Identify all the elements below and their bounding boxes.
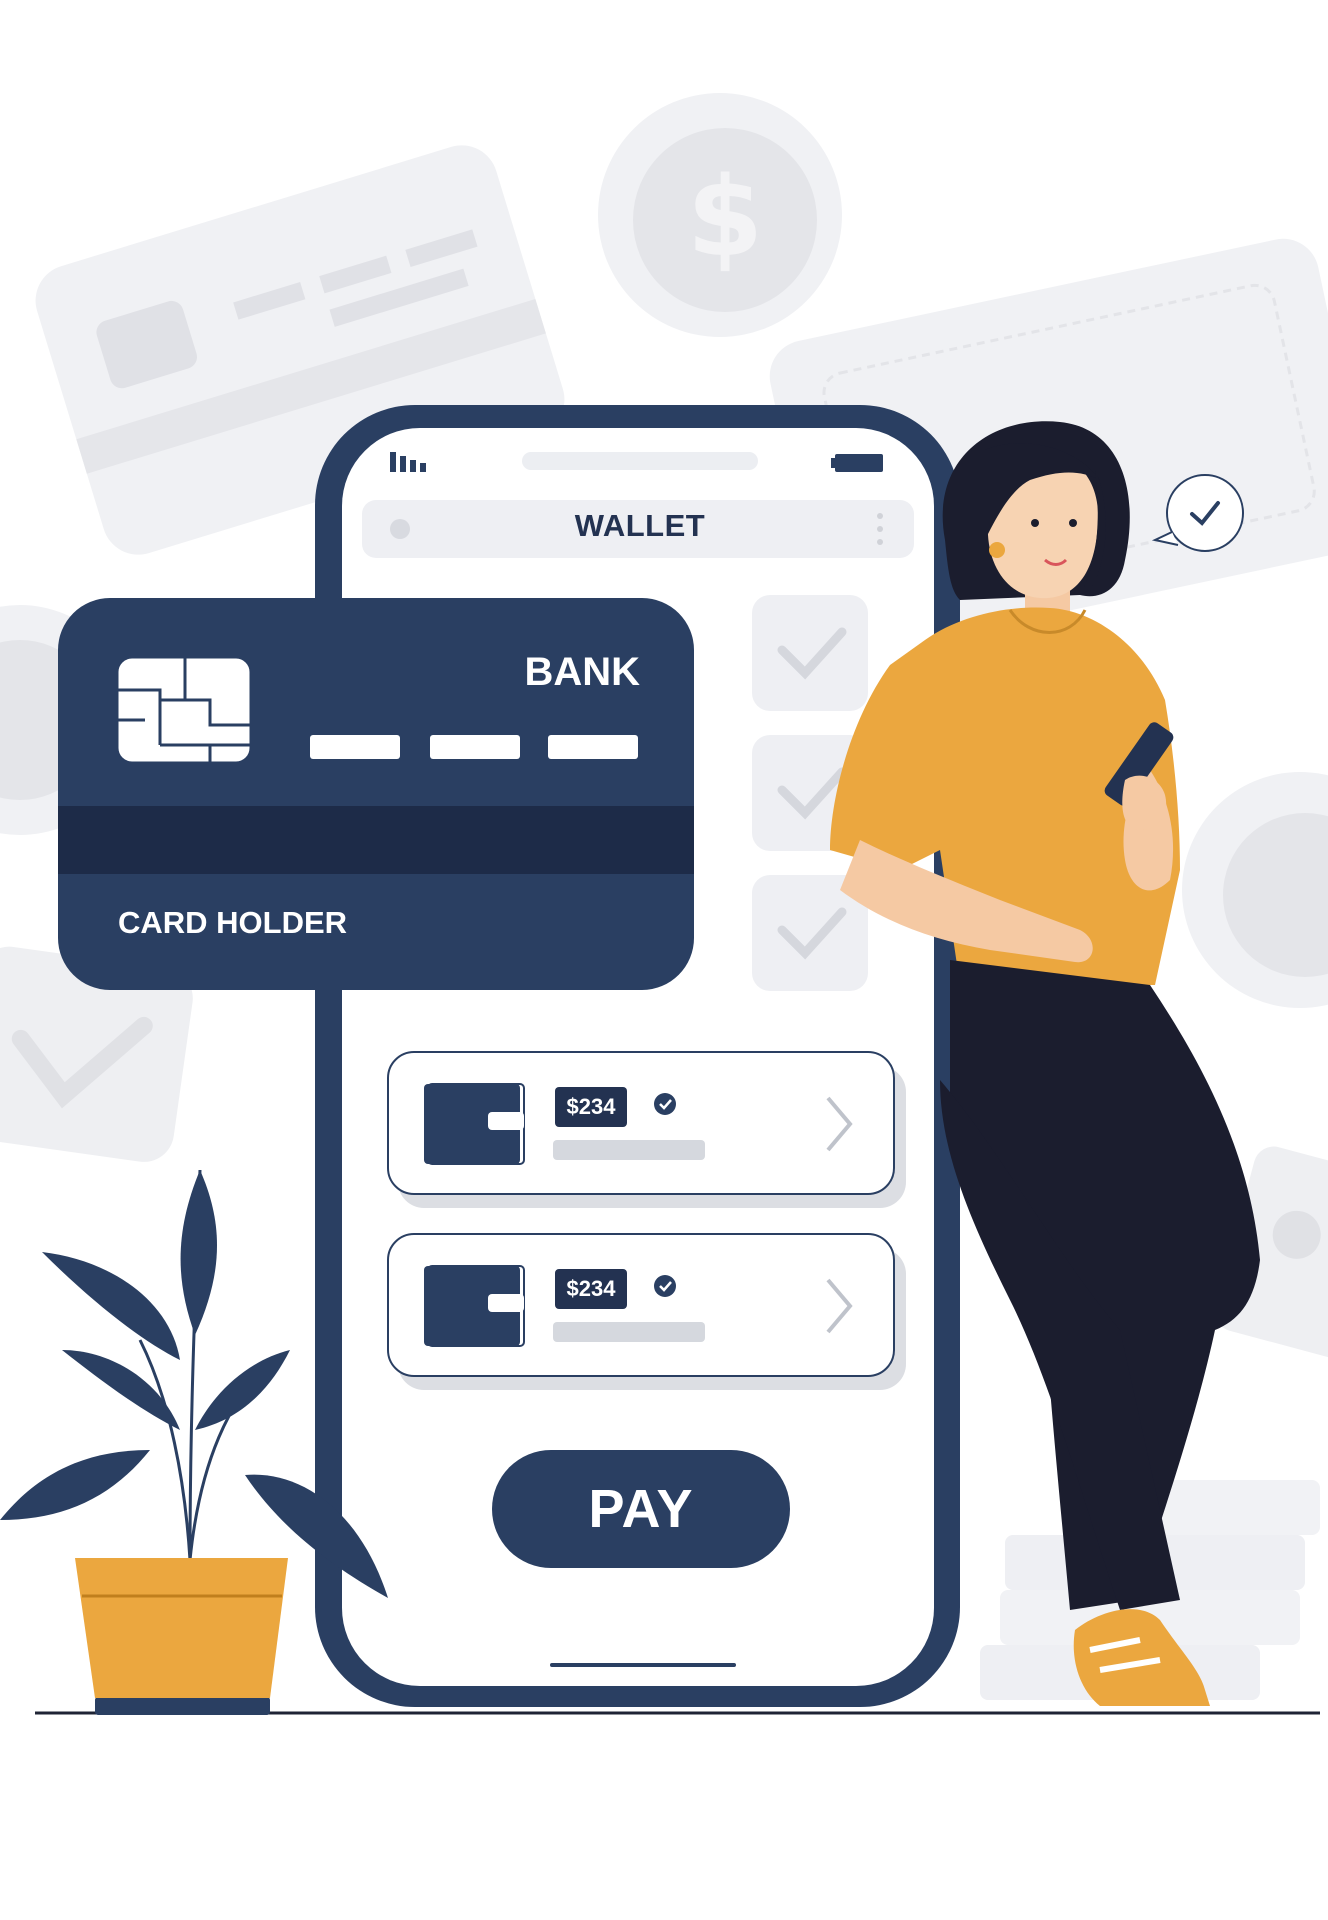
pay-button[interactable]: PAY	[492, 1450, 790, 1568]
wallet-title: WALLET	[574, 508, 706, 543]
shoe	[1073, 1609, 1210, 1706]
wallet-amount-badge: $234	[555, 1269, 627, 1309]
woman-illustration	[830, 421, 1260, 1706]
wallet-amount-badge: $234	[555, 1087, 627, 1127]
chat-bubble-check-icon	[1151, 474, 1244, 552]
card-holder-label: CARD HOLDER	[118, 905, 348, 940]
card-bank-name: BANK	[524, 650, 640, 694]
